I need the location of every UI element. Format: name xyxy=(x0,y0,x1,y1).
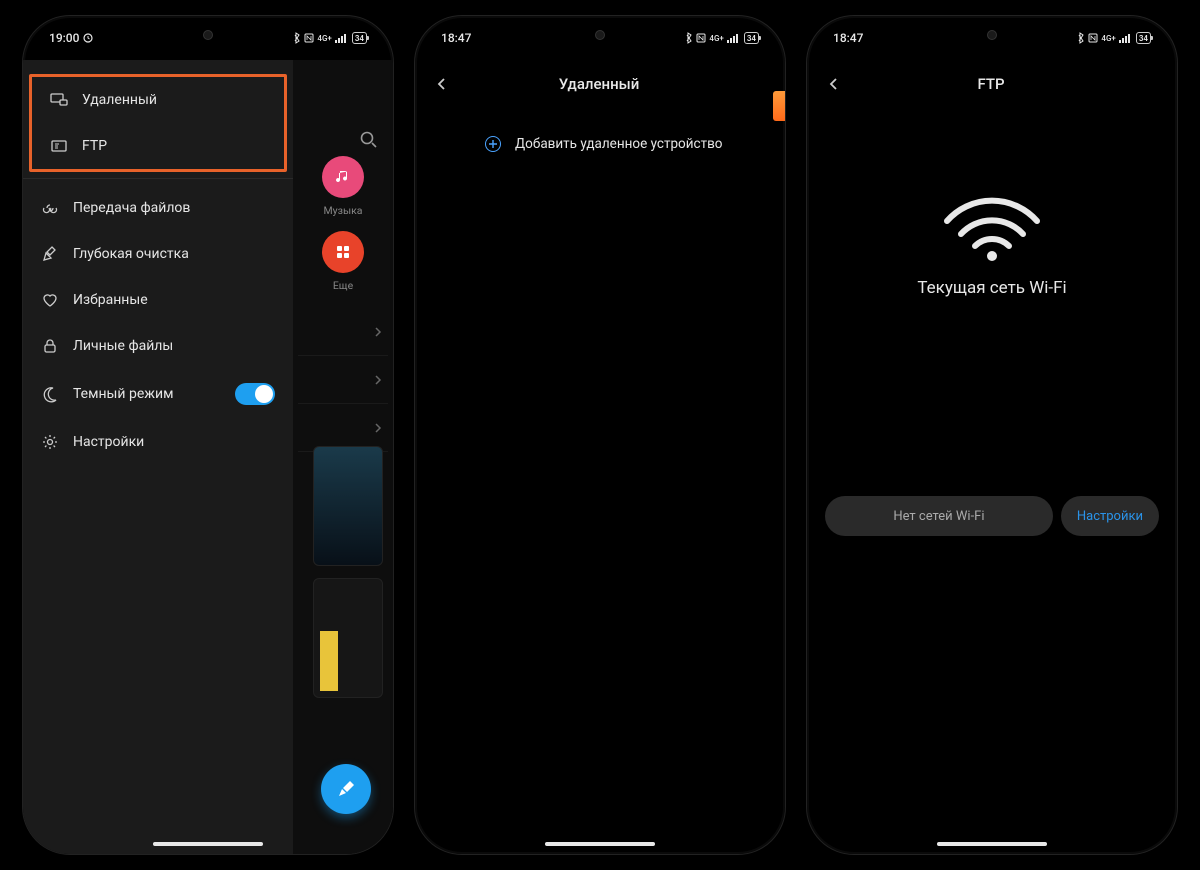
wifi-settings-button[interactable]: Настройки xyxy=(1061,496,1159,536)
signal-icon xyxy=(1119,33,1133,43)
broom-icon xyxy=(41,245,59,263)
battery-icon: 34 xyxy=(1136,32,1151,44)
list-row-peek xyxy=(298,356,388,404)
battery-icon: 34 xyxy=(352,32,367,44)
bluetooth-icon xyxy=(1077,32,1085,44)
moon-icon xyxy=(41,385,59,403)
tile-more[interactable]: Еще xyxy=(322,231,364,292)
bluetooth-icon xyxy=(685,32,693,44)
drawer-label: Личные файлы xyxy=(73,338,173,354)
edge-indicator xyxy=(773,91,785,121)
phone-screenshot-1: 19:00 4G+ 34 xyxy=(22,15,394,855)
screen-header: Удаленный xyxy=(415,60,785,108)
link-icon xyxy=(41,199,59,217)
tile-music[interactable]: Музыка xyxy=(322,156,364,217)
drawer-item-darkmode[interactable]: Темный режим xyxy=(23,369,293,419)
gear-icon xyxy=(41,433,59,451)
drawer-label: FTP xyxy=(82,138,107,154)
drawer-item-remote[interactable]: Удаленный xyxy=(32,77,284,123)
list-row-peek xyxy=(298,404,388,452)
camera-notch xyxy=(203,30,213,40)
lock-icon xyxy=(41,337,59,355)
nfc-icon xyxy=(304,33,314,43)
phone-screenshot-2: 18:47 4G+ 34 Удаленный Добавить удаленно… xyxy=(414,15,786,855)
wifi-icon xyxy=(937,186,1047,266)
search-icon[interactable] xyxy=(359,130,379,150)
heart-icon xyxy=(41,291,59,309)
darkmode-toggle[interactable] xyxy=(235,383,275,405)
grid-icon xyxy=(335,244,351,260)
monitor-icon xyxy=(50,91,68,109)
nav-indicator[interactable] xyxy=(545,842,655,846)
status-time: 18:47 xyxy=(833,31,863,45)
signal-icon xyxy=(727,33,741,43)
camera-notch xyxy=(987,30,997,40)
list-row-peek xyxy=(298,308,388,356)
drawer-item-transfer[interactable]: Передача файлов xyxy=(23,178,293,231)
highlight-box: Удаленный FTP xyxy=(29,74,287,172)
wifi-status-block: Текущая сеть Wi-Fi xyxy=(807,186,1177,298)
back-button[interactable] xyxy=(821,71,847,97)
signal-icon xyxy=(335,33,349,43)
bluetooth-icon xyxy=(293,32,301,44)
drawer-item-favorites[interactable]: Избранные xyxy=(23,277,293,323)
phone-screenshot-3: 18:47 4G+ 34 FTP Текущая сеть Wi-Fi Нет xyxy=(806,15,1178,855)
drawer-label: Глубокая очистка xyxy=(73,246,189,262)
battery-icon: 34 xyxy=(744,32,759,44)
drawer-item-ftp[interactable]: FTP xyxy=(32,123,284,169)
drawer-item-settings[interactable]: Настройки xyxy=(23,419,293,465)
add-remote-label: Добавить удаленное устройство xyxy=(515,136,723,152)
add-remote-device-button[interactable]: Добавить удаленное устройство xyxy=(485,136,723,152)
no-wifi-pill: Нет сетей Wi-Fi xyxy=(825,496,1053,536)
ftp-icon xyxy=(50,137,68,155)
back-button[interactable] xyxy=(429,71,455,97)
current-network-label: Текущая сеть Wi-Fi xyxy=(917,278,1066,298)
nav-indicator[interactable] xyxy=(153,842,263,846)
screen-header: FTP xyxy=(807,60,1177,108)
signal-label: 4G+ xyxy=(709,34,723,43)
drawer-label: Темный режим xyxy=(73,386,173,402)
screen-title: Удаленный xyxy=(455,75,771,93)
screen-title: FTP xyxy=(847,75,1163,93)
side-drawer: Удаленный FTP Передача файлов Глубокая о… xyxy=(23,60,293,854)
drawer-label: Настройки xyxy=(73,434,144,450)
drawer-item-private[interactable]: Личные файлы xyxy=(23,323,293,369)
signal-label: 4G+ xyxy=(1101,34,1115,43)
signal-label: 4G+ xyxy=(317,34,331,43)
nfc-icon xyxy=(1088,33,1098,43)
clean-fab-button[interactable] xyxy=(321,764,371,814)
nav-indicator[interactable] xyxy=(937,842,1047,846)
drawer-label: Избранные xyxy=(73,292,148,308)
nfc-icon xyxy=(696,33,706,43)
brush-icon xyxy=(335,778,357,800)
status-time: 18:47 xyxy=(441,31,471,45)
drawer-item-cleanup[interactable]: Глубокая очистка xyxy=(23,231,293,277)
action-row: Нет сетей Wi-Fi Настройки xyxy=(825,496,1159,536)
thumbnail[interactable] xyxy=(313,446,383,566)
thumbnail-strip xyxy=(313,446,383,698)
drawer-label: Удаленный xyxy=(82,92,157,108)
thumbnail[interactable] xyxy=(313,578,383,698)
camera-notch xyxy=(595,30,605,40)
music-icon xyxy=(334,168,352,186)
plus-icon xyxy=(485,136,501,152)
drawer-label: Передача файлов xyxy=(73,200,190,216)
clock-icon xyxy=(83,33,93,43)
status-time: 19:00 xyxy=(49,31,79,45)
